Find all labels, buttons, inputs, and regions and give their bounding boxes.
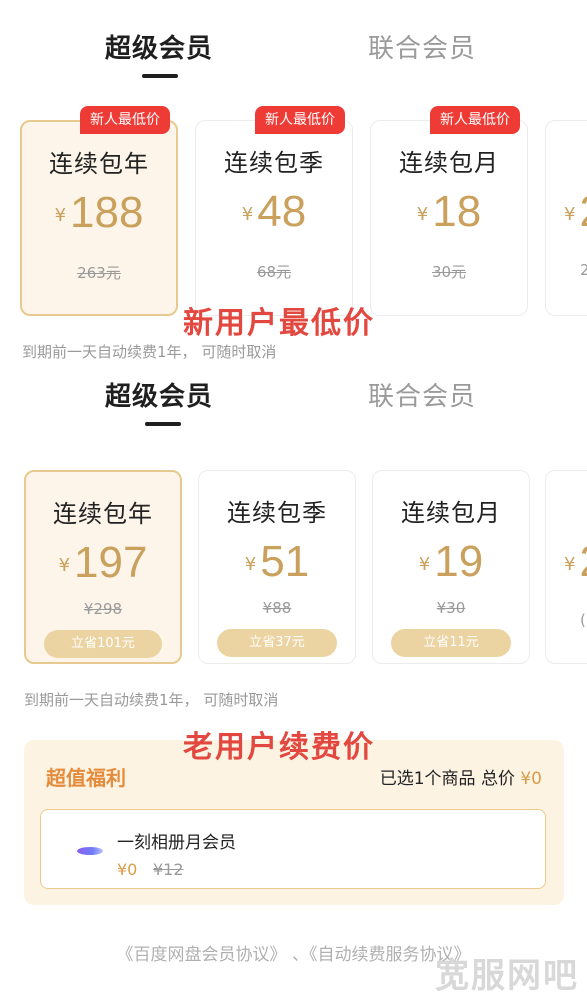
plan-card-annual[interactable]: 连续包年 ¥197 ¥298 立省101元 [24,470,182,664]
plan-title: 连续包月 [399,149,499,177]
plan-price: ¥48 [241,187,307,236]
plan-title: 连续包月 [401,499,501,527]
tab-super-member[interactable]: 超级会员 [105,28,213,65]
auto-renew-note: 到期前一天自动续费1年， 可随时取消 [22,343,277,361]
watermark: 宽服网吧 [435,956,579,996]
summary-text: 已选1个商品 总价 [379,769,515,789]
plan-title: 连续包年 [49,150,149,178]
plan-card-partial[interactable]: ¥2 2 [545,120,587,316]
auto-renew-note: 到期前一天自动续费1年， 可随时取消 [24,691,279,709]
plan-card-quarterly[interactable]: 连续包季 ¥51 ¥88 立省37元 [198,470,356,664]
plan-original-price: 2 [580,261,587,279]
plan-original-price: ¥298 [83,600,123,618]
plan-original-price: 68元 [256,263,292,281]
plan-price: ¥19 [418,537,484,586]
plan-original-price: ¥30 [436,599,466,617]
plan-original-price: 30元 [431,263,467,281]
savings-pill: 立省11元 [391,629,511,657]
plan-tabs-new: 超级会员 联合会员 [0,18,587,78]
savings-pill: 立省101元 [44,630,162,658]
plan-price: ¥2 [564,537,587,586]
tab-joint-member[interactable]: 联合会员 [368,376,476,413]
new-user-badge: 新人最低价 [80,106,170,134]
plan-price: ¥51 [244,537,310,586]
plan-original-price: 263元 [77,264,121,282]
new-user-badge: 新人最低价 [255,106,345,134]
benefit-summary: 已选1个商品 总价 ¥0 [380,764,542,789]
plan-card-annual[interactable]: 连续包年 ¥188 263元 [20,120,178,316]
overlay-label-returning-user: 老用户续费价 [183,730,375,765]
plan-title: 连续包季 [224,149,324,177]
overlay-label-new-user: 新用户最低价 [183,306,375,341]
benefit-item-price: ¥0 [117,860,138,879]
plan-tabs-old: 超级会员 联合会员 [0,366,587,426]
plan-price: ¥188 [54,188,144,237]
summary-total: ¥0 [520,769,542,789]
plan-card-monthly[interactable]: 连续包月 ¥18 30元 [370,120,528,316]
tab-active-indicator [145,422,181,426]
savings-pill: 立省37元 [217,629,337,657]
plan-card-partial[interactable]: ¥2 ( [545,470,587,664]
tab-joint-member[interactable]: 联合会员 [368,28,476,65]
album-logo-icon [77,847,103,855]
plan-card-quarterly[interactable]: 连续包季 ¥48 68元 [195,120,353,316]
plan-list-old: 连续包年 ¥197 ¥298 立省101元 连续包季 ¥51 ¥88 立省37元… [0,468,587,668]
plan-price: ¥197 [58,538,148,587]
plan-price: ¥18 [416,187,482,236]
plan-card-monthly[interactable]: 连续包月 ¥19 ¥30 立省11元 [372,470,530,664]
benefit-item-original-price: ¥12 [153,860,184,879]
new-user-badge: 新人最低价 [430,106,520,134]
plan-title: 连续包季 [227,499,327,527]
plan-price: ¥2 [564,187,587,236]
tab-super-member[interactable]: 超级会员 [105,376,213,413]
benefit-item[interactable]: 一刻相册月会员 ¥0 ¥12 [40,809,546,889]
plan-original-price: ( [580,611,586,629]
benefit-title: 超值福利 [46,766,126,790]
plan-list-new: 连续包年 ¥188 263元 新人最低价 连续包季 ¥48 68元 新人最低价 … [0,104,587,324]
plan-original-price: ¥88 [262,599,292,617]
benefit-item-name: 一刻相册月会员 [117,833,236,853]
tab-active-indicator [142,74,178,78]
plan-title: 连续包年 [53,500,153,528]
